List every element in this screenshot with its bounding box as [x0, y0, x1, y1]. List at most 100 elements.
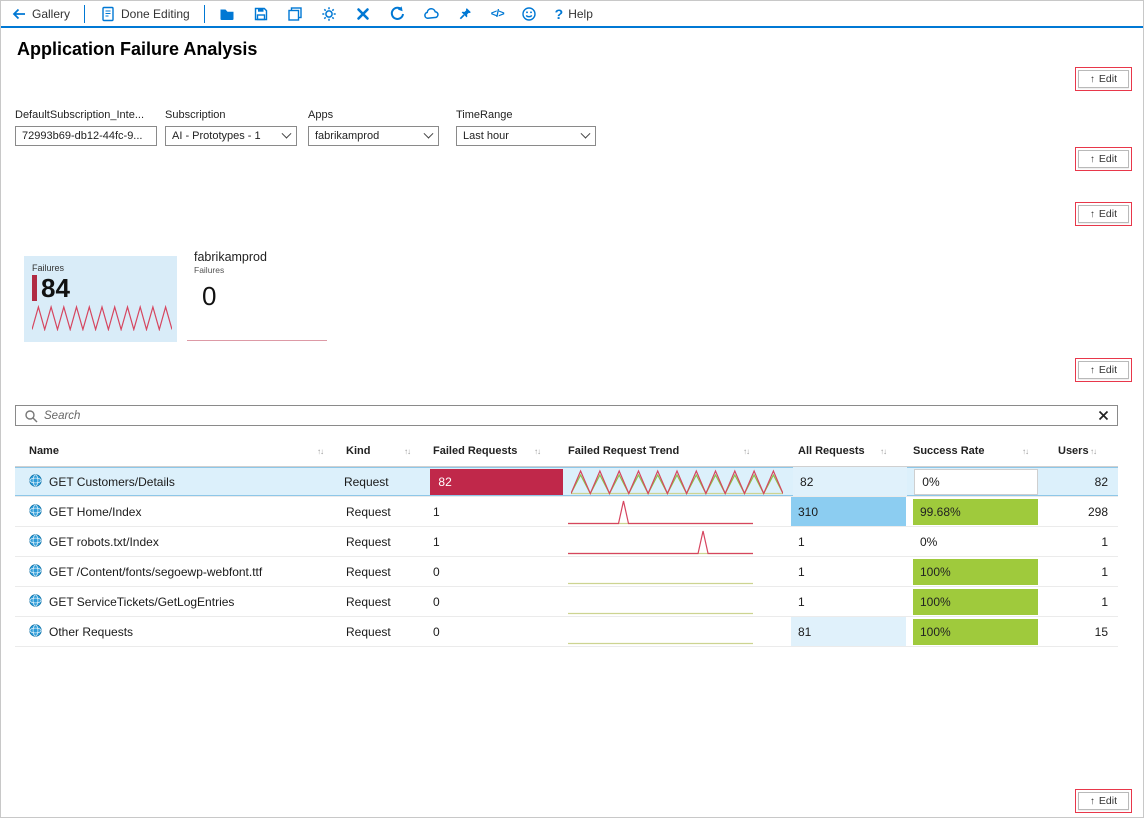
- column-label: Name: [29, 445, 59, 457]
- globe-icon: [29, 534, 42, 550]
- param-timerange: TimeRange Last hour: [456, 109, 596, 146]
- edit-button[interactable]: ↑Edit: [1078, 150, 1129, 168]
- table-row[interactable]: GET Home/Index Request 1 310 99.68% 298: [15, 497, 1118, 527]
- up-arrow-icon: ↑: [1090, 365, 1095, 376]
- table-row[interactable]: GET Customers/Details Request 82 82 0% 8…: [15, 467, 1118, 497]
- chevron-down-icon: [424, 128, 434, 138]
- sort-icon[interactable]: ↑↓: [1090, 447, 1096, 456]
- settings-button[interactable]: [321, 2, 338, 26]
- column-label: Failed Requests: [433, 445, 517, 457]
- edit-button[interactable]: ↑ Edit: [1078, 361, 1129, 379]
- edit-button[interactable]: ↑Edit: [1078, 70, 1129, 88]
- column-header-all-requests[interactable]: All Requests ↑↓: [791, 436, 906, 466]
- cloud-button[interactable]: [423, 2, 440, 26]
- feedback-button[interactable]: [521, 2, 538, 26]
- table-row[interactable]: Other Requests Request 0 81 100% 15: [15, 617, 1118, 647]
- column-header-name[interactable]: Name ↑↓: [15, 436, 341, 466]
- globe-icon: [29, 504, 42, 520]
- failed-request-trend-sparkline: [566, 619, 791, 645]
- workbook-content: Application Failure Analysis ↑Edit ↑Edit…: [1, 28, 1143, 817]
- users-cell: 1: [1046, 595, 1118, 609]
- sort-icon[interactable]: ↑↓: [880, 447, 886, 456]
- table-header-row: Name ↑↓ Kind ↑↓ Failed Requests ↑↓ Failed R…: [15, 436, 1118, 467]
- failures-sparkline: [32, 305, 169, 336]
- failed-requests-cell: 1: [426, 535, 566, 549]
- request-name: GET ServiceTickets/GetLogEntries: [49, 595, 234, 609]
- done-editing-label: Done Editing: [121, 7, 190, 21]
- fabrikamprod-metric-tile[interactable]: fabrikamprod Failures 0: [194, 250, 334, 312]
- table-row[interactable]: GET /Content/fonts/segoewp-webfont.ttf R…: [15, 557, 1118, 587]
- column-header-kind[interactable]: Kind ↑↓: [341, 436, 426, 466]
- failed-requests-cell: 0: [426, 565, 566, 579]
- save-as-button[interactable]: [287, 2, 304, 26]
- all-requests-cell: 1: [791, 557, 906, 586]
- edit-label: Edit: [1099, 73, 1117, 85]
- close-button[interactable]: [355, 2, 372, 26]
- all-requests-cell: 1: [791, 527, 906, 556]
- all-requests-cell: 82: [793, 467, 907, 496]
- request-name: GET robots.txt/Index: [49, 535, 159, 549]
- apps-dropdown[interactable]: fabrikamprod: [308, 126, 439, 146]
- done-editing-button[interactable]: Done Editing: [99, 2, 190, 26]
- kind-cell: Request: [341, 595, 426, 609]
- help-label: Help: [568, 7, 593, 21]
- edit-button[interactable]: ↑ Edit: [1078, 205, 1129, 223]
- column-label: Kind: [346, 445, 370, 457]
- cloud-icon: [423, 5, 440, 22]
- success-rate-cell: 0%: [906, 527, 1046, 556]
- edit-button[interactable]: ↑Edit: [1078, 792, 1129, 810]
- edit-label: Edit: [1099, 795, 1117, 807]
- sort-icon[interactable]: ↑↓: [743, 447, 749, 456]
- failures-metric-tile[interactable]: Failures 84: [24, 256, 177, 342]
- failed-requests-cell: 1: [426, 505, 566, 519]
- clear-search-icon[interactable]: [1098, 410, 1109, 421]
- column-header-failed-requests[interactable]: Failed Requests ↑↓: [426, 436, 566, 466]
- globe-icon: [29, 594, 42, 610]
- up-arrow-icon: ↑: [1090, 209, 1095, 220]
- close-x-icon: [355, 5, 372, 22]
- folder-icon: [219, 5, 236, 22]
- column-header-users[interactable]: Users↑↓: [1046, 436, 1118, 466]
- param-label: DefaultSubscription_Inte...: [15, 109, 157, 121]
- edit-section-text: ↑ Edit: [1075, 202, 1132, 226]
- table-row[interactable]: GET ServiceTickets/GetLogEntries Request…: [15, 587, 1118, 617]
- search-icon: [24, 409, 38, 423]
- sort-icon[interactable]: ↑↓: [534, 447, 540, 456]
- failed-requests-cell: 0: [426, 595, 566, 609]
- subscription-dropdown[interactable]: AI - Prototypes - 1: [165, 126, 297, 146]
- column-header-success-rate[interactable]: Success Rate ↑↓: [906, 436, 1046, 466]
- open-button[interactable]: [219, 2, 236, 26]
- sort-icon[interactable]: ↑↓: [1022, 447, 1028, 456]
- users-cell: 15: [1046, 625, 1118, 639]
- failed-request-trend-sparkline: [566, 499, 791, 525]
- edit-section-parameters: ↑Edit: [1075, 147, 1132, 171]
- pin-button[interactable]: [457, 2, 474, 26]
- search-input[interactable]: [44, 410, 1092, 422]
- edit-label: Edit: [1099, 364, 1117, 376]
- help-button[interactable]: ? Help: [555, 2, 593, 26]
- column-label: Success Rate: [913, 445, 985, 457]
- code-view-button[interactable]: </>: [491, 2, 504, 26]
- refresh-button[interactable]: [389, 2, 406, 26]
- timerange-dropdown[interactable]: Last hour: [456, 126, 596, 146]
- subscription-id-field[interactable]: [15, 126, 157, 146]
- edit-label: Edit: [1099, 208, 1117, 220]
- save-copy-icon: [287, 5, 304, 22]
- gallery-button[interactable]: Gallery: [10, 2, 70, 26]
- column-label: All Requests: [798, 445, 865, 457]
- subscription-id-input[interactable]: [22, 130, 150, 142]
- tile-title: fabrikamprod: [194, 250, 334, 264]
- column-header-failed-request-trend[interactable]: Failed Request Trend ↑↓: [566, 436, 791, 466]
- kind-cell: Request: [339, 475, 423, 489]
- success-rate-bar: 100%: [913, 559, 1038, 585]
- kind-cell: Request: [341, 625, 426, 639]
- table-row[interactable]: GET robots.txt/Index Request 1 1 0% 1: [15, 527, 1118, 557]
- sort-icon[interactable]: ↑↓: [317, 447, 323, 456]
- save-button[interactable]: [253, 2, 270, 26]
- all-requests-cell: 310: [791, 497, 906, 526]
- flat-trend-line: [187, 340, 327, 341]
- users-cell: 1: [1046, 535, 1118, 549]
- code-icon: </>: [491, 8, 504, 20]
- column-label: Failed Request Trend: [568, 445, 679, 457]
- sort-icon[interactable]: ↑↓: [404, 447, 410, 456]
